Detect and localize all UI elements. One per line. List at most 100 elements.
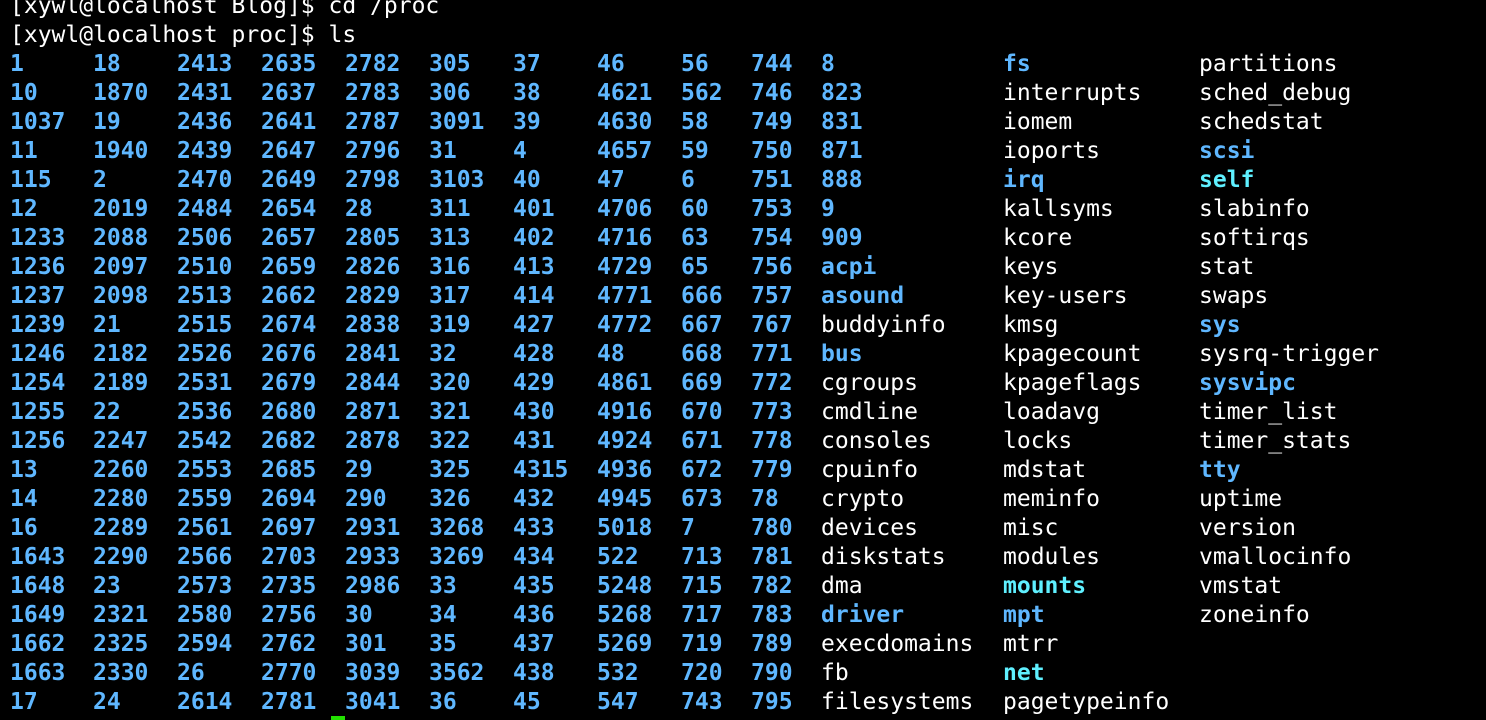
proc-pid-entry: 317 xyxy=(429,283,471,309)
proc-dir-entry: sys xyxy=(1199,312,1241,338)
terminal-window[interactable]: [xywl@localhost Blog]$ cd /proc [xywl@lo… xyxy=(0,0,1486,720)
proc-file-entry: schedstat xyxy=(1199,109,1324,135)
proc-pid-entry: 753 xyxy=(751,196,793,222)
proc-pid-entry: 2280 xyxy=(93,486,149,512)
proc-pid-entry: 320 xyxy=(429,370,471,396)
proc-pid-entry: 115 xyxy=(10,167,52,193)
proc-pid-entry: 2553 xyxy=(177,457,233,483)
prompt-line-cd: [xywl@localhost Blog]$ cd /proc xyxy=(10,0,440,19)
proc-pid-entry: 9 xyxy=(821,196,835,222)
proc-pid-entry: 301 xyxy=(345,631,387,657)
proc-pid-entry: 756 xyxy=(751,254,793,280)
proc-file-entry: pagetypeinfo xyxy=(1003,689,1170,715)
proc-pid-entry: 1662 xyxy=(10,631,66,657)
proc-pid-entry: 2526 xyxy=(177,341,233,367)
proc-dir-entry: asound xyxy=(821,283,905,309)
proc-file-entry: meminfo xyxy=(1003,486,1100,512)
proc-pid-entry: 2510 xyxy=(177,254,233,280)
proc-pid-entry: 7 xyxy=(681,515,695,541)
proc-pid-entry: 1648 xyxy=(10,573,66,599)
proc-pid-entry: 78 xyxy=(751,486,779,512)
proc-pid-entry: 316 xyxy=(429,254,471,280)
proc-pid-entry: 37 xyxy=(513,51,541,77)
proc-file-entry: kmsg xyxy=(1003,312,1059,338)
proc-pid-entry: 2674 xyxy=(261,312,317,338)
proc-file-entry: loadavg xyxy=(1003,399,1100,425)
proc-pid-entry: 5268 xyxy=(597,602,653,628)
proc-pid-entry: 2641 xyxy=(261,109,317,135)
proc-pid-entry: 2679 xyxy=(261,370,317,396)
proc-pid-entry: 32 xyxy=(429,341,457,367)
proc-pid-entry: 2798 xyxy=(345,167,401,193)
proc-pid-entry: 2506 xyxy=(177,225,233,251)
proc-pid-entry: 2685 xyxy=(261,457,317,483)
proc-pid-entry: 2436 xyxy=(177,109,233,135)
proc-pid-entry: 2931 xyxy=(345,515,401,541)
proc-pid-entry: 3091 xyxy=(429,109,485,135)
proc-pid-entry: 427 xyxy=(513,312,555,338)
proc-file-entry: uptime xyxy=(1199,486,1283,512)
proc-pid-entry: 667 xyxy=(681,312,723,338)
proc-file-entry: consoles xyxy=(821,428,932,454)
proc-pid-entry: 1663 xyxy=(10,660,66,686)
proc-pid-entry: 432 xyxy=(513,486,555,512)
proc-pid-entry: 12 xyxy=(10,196,38,222)
proc-pid-entry: 4945 xyxy=(597,486,653,512)
proc-pid-entry: 757 xyxy=(751,283,793,309)
proc-pid-entry: 430 xyxy=(513,399,555,425)
proc-pid-entry: 2531 xyxy=(177,370,233,396)
proc-pid-entry: 719 xyxy=(681,631,723,657)
proc-pid-entry: 40 xyxy=(513,167,541,193)
proc-pid-entry: 771 xyxy=(751,341,793,367)
proc-pid-entry: 1649 xyxy=(10,602,66,628)
proc-pid-entry: 672 xyxy=(681,457,723,483)
proc-pid-entry: 290 xyxy=(345,486,387,512)
proc-pid-entry: 1256 xyxy=(10,428,66,454)
proc-pid-entry: 4706 xyxy=(597,196,653,222)
proc-pid-entry: 435 xyxy=(513,573,555,599)
proc-pid-entry: 750 xyxy=(751,138,793,164)
proc-pid-entry: 547 xyxy=(597,689,639,715)
proc-link-entry: self xyxy=(1199,167,1255,193)
proc-pid-entry: 5018 xyxy=(597,515,653,541)
proc-pid-entry: 2542 xyxy=(177,428,233,454)
proc-pid-entry: 1643 xyxy=(10,544,66,570)
proc-pid-entry: 1037 xyxy=(10,109,66,135)
proc-pid-entry: 2515 xyxy=(177,312,233,338)
proc-dir-entry: mpt xyxy=(1003,602,1045,628)
proc-pid-entry: 2871 xyxy=(345,399,401,425)
proc-pid-entry: 831 xyxy=(821,109,863,135)
proc-pid-entry: 414 xyxy=(513,283,555,309)
proc-pid-entry: 59 xyxy=(681,138,709,164)
proc-pid-entry: 522 xyxy=(597,544,639,570)
proc-pid-entry: 17 xyxy=(10,689,38,715)
proc-pid-entry: 2566 xyxy=(177,544,233,570)
proc-pid-entry: 2614 xyxy=(177,689,233,715)
proc-pid-entry: 305 xyxy=(429,51,471,77)
proc-file-entry: vmstat xyxy=(1199,573,1283,599)
proc-pid-entry: 666 xyxy=(681,283,723,309)
proc-pid-entry: 4716 xyxy=(597,225,653,251)
proc-pid-entry: 2290 xyxy=(93,544,149,570)
proc-pid-entry: 16 xyxy=(10,515,38,541)
proc-dir-entry: sysvipc xyxy=(1199,370,1296,396)
proc-pid-entry: 2635 xyxy=(261,51,317,77)
proc-pid-entry: 2019 xyxy=(93,196,149,222)
proc-pid-entry: 31 xyxy=(429,138,457,164)
proc-file-entry: version xyxy=(1199,515,1296,541)
proc-pid-entry: 2783 xyxy=(345,80,401,106)
proc-file-entry: devices xyxy=(821,515,918,541)
proc-pid-entry: 781 xyxy=(751,544,793,570)
proc-link-entry: net xyxy=(1003,660,1045,686)
proc-pid-entry: 2189 xyxy=(93,370,149,396)
proc-pid-entry: 2097 xyxy=(93,254,149,280)
proc-pid-entry: 322 xyxy=(429,428,471,454)
proc-file-entry: timer_list xyxy=(1199,399,1338,425)
proc-pid-entry: 2561 xyxy=(177,515,233,541)
proc-file-entry: kcore xyxy=(1003,225,1073,251)
proc-pid-entry: 782 xyxy=(751,573,793,599)
proc-pid-entry: 4621 xyxy=(597,80,653,106)
proc-pid-entry: 909 xyxy=(821,225,863,251)
proc-pid-entry: 789 xyxy=(751,631,793,657)
proc-pid-entry: 2321 xyxy=(93,602,149,628)
